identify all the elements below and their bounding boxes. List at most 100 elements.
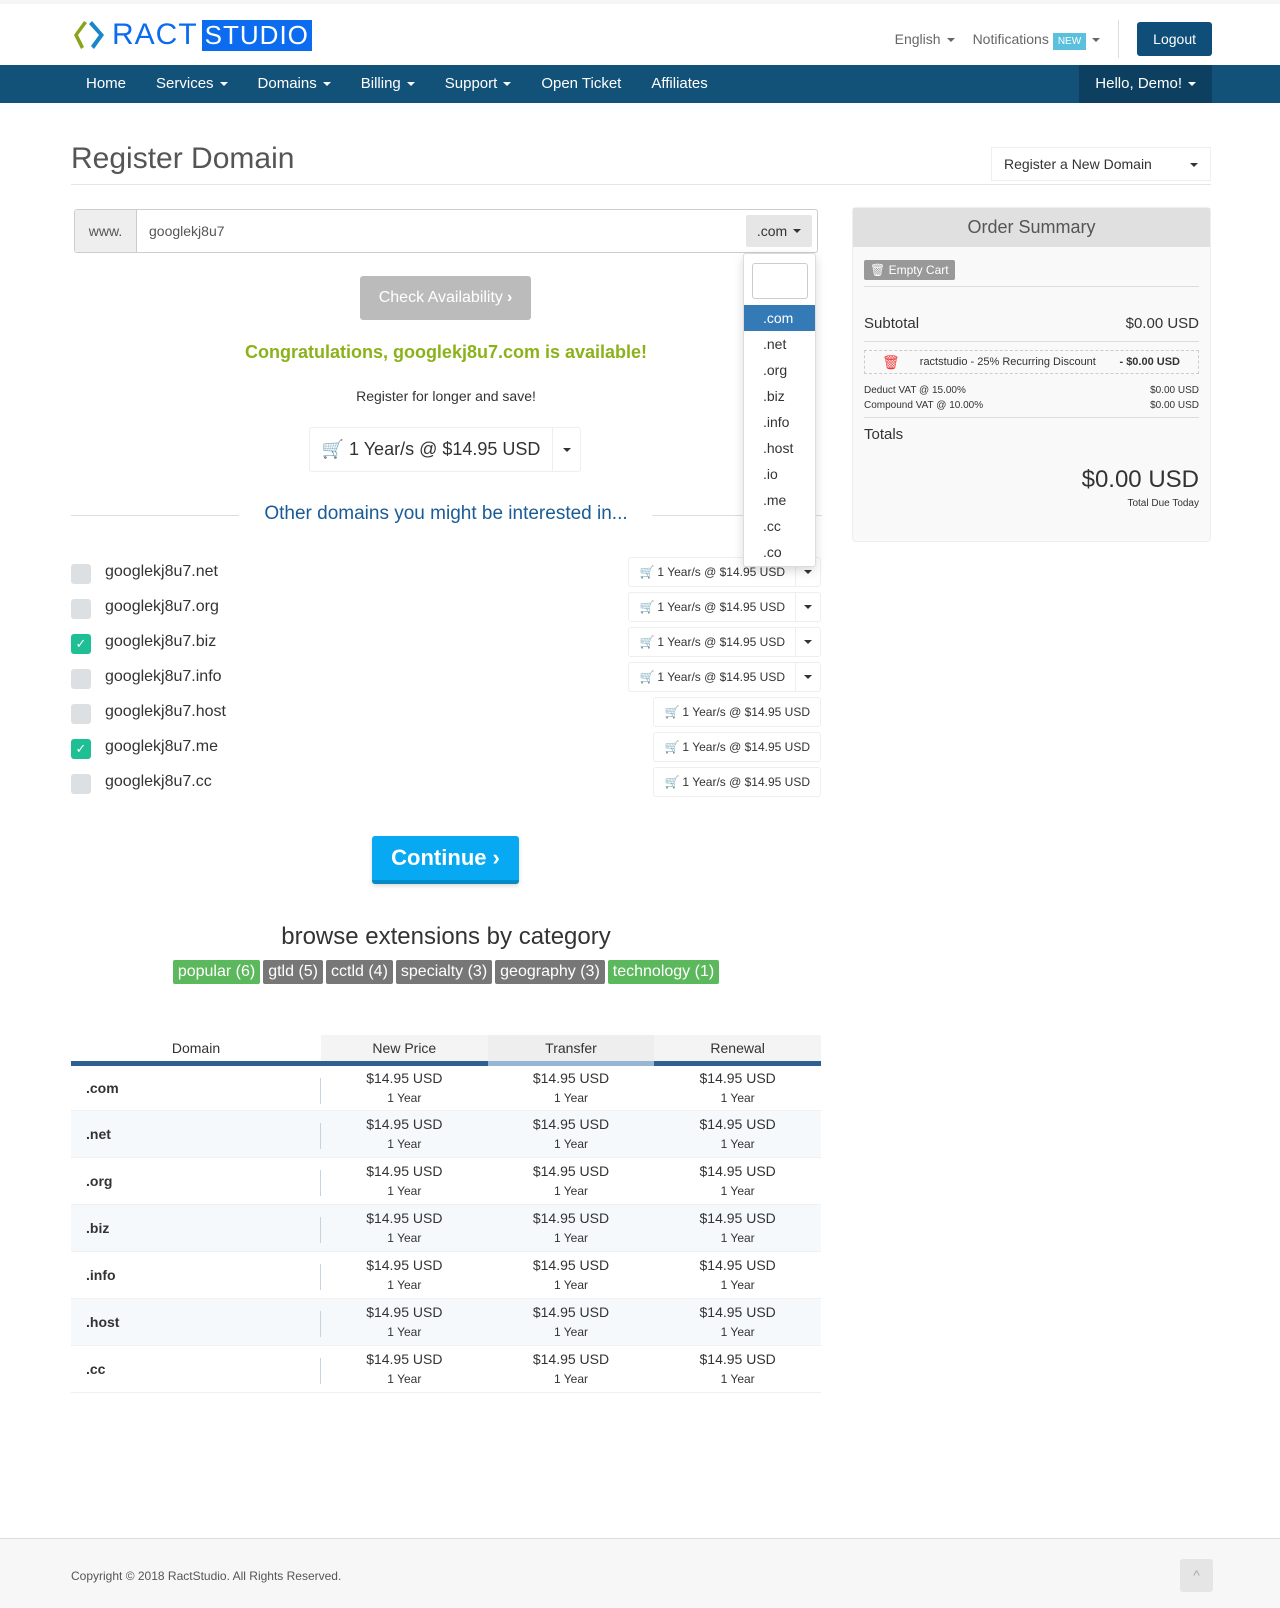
price-dropdown-toggle[interactable] <box>795 593 820 621</box>
category-tag-gtld[interactable]: gtld (5) <box>263 960 323 984</box>
domain-checkbox[interactable] <box>71 704 91 724</box>
renewal-cell: $14.95 USD 1 Year <box>654 1204 821 1251</box>
period: 1 Year <box>387 1090 422 1105</box>
cart-icon: 🛒 <box>664 740 680 754</box>
domain-input[interactable] <box>137 210 746 252</box>
tld-option[interactable]: .host <box>744 435 815 461</box>
action-select[interactable]: Register a New Domain <box>991 147 1211 181</box>
tld-option[interactable]: .info <box>744 409 815 435</box>
promo-row: 🗑 ractstudio - 25% Recurring Discount - … <box>864 350 1199 374</box>
suggested-domain: googlekj8u7.info <box>105 668 222 685</box>
period: 1 Year <box>720 1136 755 1151</box>
language-menu[interactable]: English <box>895 31 955 47</box>
price-dropdown-toggle[interactable] <box>795 628 820 656</box>
total-due-label: Total Due Today <box>1127 498 1199 509</box>
user-greeting: Hello, Demo! <box>1095 75 1182 92</box>
tld-option[interactable]: .net <box>744 331 815 357</box>
suggestion-price-select[interactable]: 🛒 1 Year/s @ $14.95 USD <box>653 732 821 762</box>
category-tag-technology[interactable]: technology (1) <box>607 960 720 984</box>
category-tag-cctld[interactable]: cctld (4) <box>326 960 393 984</box>
nav-domains[interactable]: Domains <box>243 65 346 103</box>
nav-billing[interactable]: Billing <box>346 65 430 103</box>
new-price: $14.95 USD <box>366 1069 443 1086</box>
empty-cart-button[interactable]: 🗑 Empty Cart <box>864 260 955 280</box>
price-label: 1 Year/s @ $14.95 USD <box>682 740 810 754</box>
suggestion-price-select[interactable]: 🛒 1 Year/s @ $14.95 USD <box>653 767 821 797</box>
tld-select-button[interactable]: .com <box>746 215 812 247</box>
domain-checkbox[interactable] <box>71 669 91 689</box>
caret-down-icon <box>219 82 228 87</box>
tld-option[interactable]: .org <box>744 357 815 383</box>
transfer-cell: $14.95 USD 1 Year <box>487 1204 655 1251</box>
suggestion-price-select[interactable]: 🛒 1 Year/s @ $14.95 USD <box>628 662 821 692</box>
suggestion-row: googlekj8u7.host 🛒 1 Year/s @ $14.95 USD <box>71 697 821 731</box>
nav-affiliates[interactable]: Affiliates <box>636 65 722 103</box>
transfer-cell: $14.95 USD 1 Year <box>487 1298 655 1345</box>
tld-cell: .info <box>71 1251 321 1298</box>
subtotal-label: Subtotal <box>864 315 920 332</box>
new-cell: $14.95 USD 1 Year <box>321 1063 488 1110</box>
register-longer-text: Register for longer and save! <box>356 388 536 404</box>
tld-option[interactable]: .me <box>744 487 815 513</box>
new-cell: $14.95 USD 1 Year <box>321 1345 488 1392</box>
period: 1 Year <box>553 1230 588 1245</box>
back-to-top-button[interactable]: ^ <box>1180 1559 1213 1592</box>
tld-option[interactable]: .com <box>744 305 815 331</box>
caret-down-icon <box>793 229 802 233</box>
caret-down-icon <box>322 82 331 87</box>
nav-support[interactable]: Support <box>430 65 527 103</box>
cart-icon: 🛒 <box>639 600 655 614</box>
nav-services[interactable]: Services <box>141 65 243 103</box>
period: 1 Year <box>387 1230 422 1245</box>
category-tag-popular[interactable]: popular (6) <box>172 960 261 984</box>
price-label: 1 Year/s @ $14.95 USD <box>657 600 785 614</box>
domain-checkbox[interactable]: ✓ <box>71 634 91 654</box>
suggestion-price-select[interactable]: 🛒 1 Year/s @ $14.95 USD <box>653 697 821 727</box>
suggestion-price-select[interactable]: 🛒 1 Year/s @ $14.95 USD <box>628 627 821 657</box>
cart-icon: 🛒 <box>321 439 345 459</box>
logout-button[interactable]: Logout <box>1137 22 1212 56</box>
tld-filter-input[interactable] <box>752 263 808 299</box>
check-availability-button[interactable]: Check Availability › <box>360 276 531 320</box>
tld-option[interactable]: .io <box>744 461 815 487</box>
new-badge: NEW <box>1052 33 1087 50</box>
tld-dropdown-menu: .com .net .org .biz .info .host .io .me … <box>743 253 816 567</box>
suggestion-price-select[interactable]: 🛒 1 Year/s @ $14.95 USD <box>628 592 821 622</box>
transfer-cell: $14.95 USD 1 Year <box>487 1110 655 1157</box>
notifications-menu[interactable]: Notifications NEW <box>973 31 1101 50</box>
logo-icon <box>74 21 104 49</box>
domain-checkbox[interactable] <box>71 564 91 584</box>
remove-promo-icon[interactable]: 🗑 <box>882 354 900 371</box>
transfer-price: $14.95 USD <box>532 1256 610 1273</box>
category-tag-geography[interactable]: geography (3) <box>495 960 605 984</box>
domain-checkbox[interactable] <box>71 599 91 619</box>
promo-label: ractstudio - 25% Recurring Discount <box>919 356 1096 368</box>
tld-option[interactable]: .co <box>744 539 815 565</box>
nav-open-ticket[interactable]: Open Ticket <box>526 65 636 103</box>
continue-label: Continue <box>391 845 487 870</box>
divider <box>71 184 1211 185</box>
price-dropdown-toggle[interactable] <box>553 428 580 471</box>
tld-option[interactable]: .biz <box>744 383 815 409</box>
tld-option[interactable]: .cc <box>744 513 815 539</box>
continue-button[interactable]: Continue › <box>372 836 519 884</box>
category-tags: popular (6) gtld (5) cctld (4) specialty… <box>71 960 821 984</box>
nav-label: Open Ticket <box>541 75 622 92</box>
period-price-select[interactable]: 🛒 1 Year/s @ $14.95 USD <box>309 427 581 472</box>
period: 1 Year <box>387 1371 422 1386</box>
caret-down-icon <box>804 570 812 574</box>
category-tag-specialty[interactable]: specialty (3) <box>395 960 493 984</box>
domain-checkbox[interactable]: ✓ <box>71 739 91 759</box>
nav-home[interactable]: Home <box>71 65 141 103</box>
logo[interactable]: RACT STUDIO <box>72 18 312 51</box>
chevron-up-icon: ^ <box>1193 1567 1200 1583</box>
www-prefix: www. <box>75 210 137 252</box>
price-label: 1 Year/s @ $14.95 USD <box>682 705 810 719</box>
price-dropdown-toggle[interactable] <box>795 663 820 691</box>
domain-checkbox[interactable] <box>71 774 91 794</box>
suggestion-row: googlekj8u7.org 🛒 1 Year/s @ $14.95 USD <box>71 592 821 626</box>
availability-message: Congratulations, googlekj8u7.com is avai… <box>244 342 648 362</box>
pricing-row: .org $14.95 USD 1 Year $14.95 USD 1 Year $14.… <box>71 1157 821 1204</box>
divider <box>864 286 1199 287</box>
user-menu[interactable]: Hello, Demo! <box>1079 65 1212 103</box>
